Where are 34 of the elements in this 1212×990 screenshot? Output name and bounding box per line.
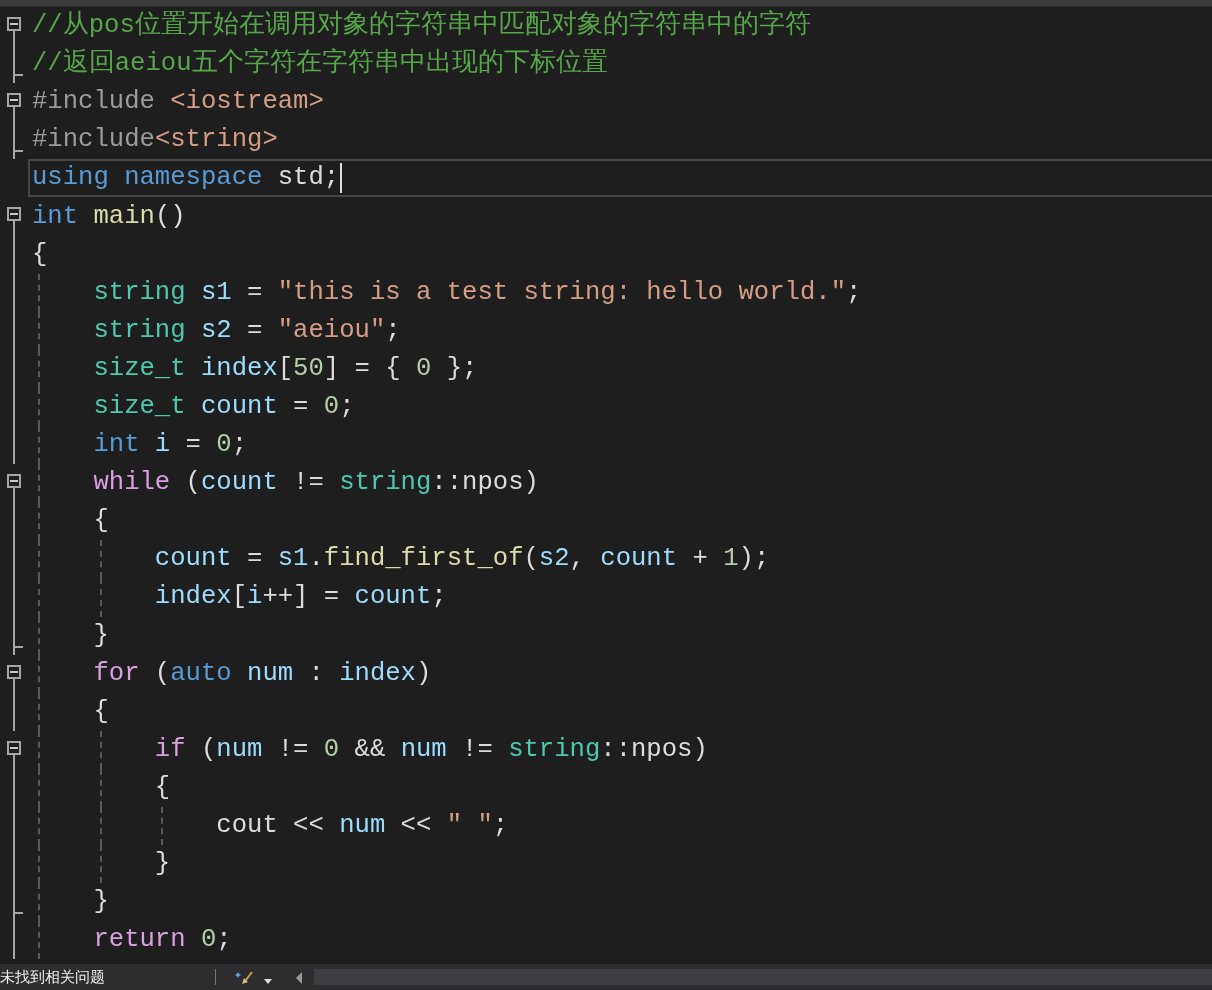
scroll-left-icon[interactable]	[294, 970, 304, 984]
collapse-icon[interactable]	[7, 664, 21, 679]
status-message: 未找到相关问题	[0, 967, 106, 987]
code-line: {	[92, 505, 109, 538]
code-line: #include <iostream>	[32, 86, 324, 119]
code-line: int main()	[32, 200, 186, 233]
broom-icon[interactable]	[234, 970, 274, 984]
code-line: {	[32, 238, 48, 271]
code-line: //从pos位置开始在调用对象的字符串中匹配对象的字符串中的字符	[32, 10, 811, 43]
code-line: count = s1.find_first_of(s2, count + 1);	[153, 543, 770, 576]
code-line: if (num != 0 && num != string::npos)	[153, 733, 708, 766]
code-line: }	[92, 886, 109, 919]
code-line: using namespace std;	[32, 162, 340, 195]
code-line: for (auto num : index)	[92, 657, 432, 690]
collapse-icon[interactable]	[7, 474, 21, 489]
code-line: string s1 = "this is a test string: hello world.";	[92, 276, 862, 309]
collapse-icon[interactable]	[7, 207, 21, 222]
code-line: index[i++] = count;	[153, 581, 447, 614]
code-line: }	[153, 848, 171, 881]
collapse-icon[interactable]	[7, 93, 21, 108]
code-line: size_t count = 0;	[92, 391, 355, 423]
code-line: //返回aeiou五个字符在字符串中出现的下标位置	[32, 48, 608, 81]
collapse-icon[interactable]	[7, 740, 21, 755]
code-line: int i = 0;	[92, 429, 248, 462]
code-line: {	[92, 695, 109, 728]
code-line: while (count != string::npos)	[92, 467, 539, 500]
collapse-icon[interactable]	[7, 17, 21, 31]
code-line: size_t index[50] = { 0 };	[92, 352, 478, 385]
code-line: return 0;	[92, 924, 232, 957]
code-line: }	[92, 619, 109, 652]
code-line: #include<string>	[32, 124, 278, 157]
code-line: cout << num << " ";	[215, 810, 509, 842]
code-line: string s2 = "aeiou";	[92, 314, 401, 347]
code-line: {	[153, 771, 171, 804]
